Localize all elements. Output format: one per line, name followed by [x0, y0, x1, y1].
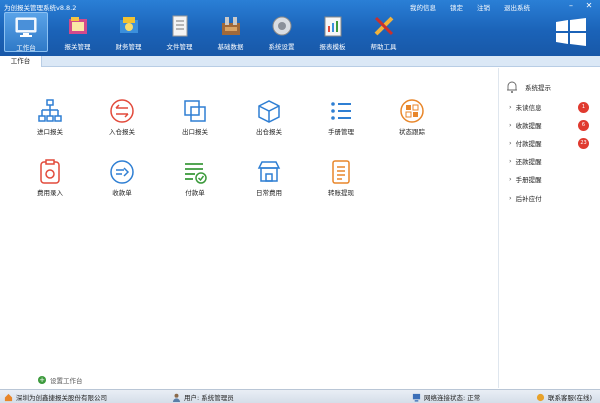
notice-header: 系统提示	[505, 80, 551, 94]
notice-repayment[interactable]: › 还款提醒	[509, 156, 589, 166]
app-title: 为创报关管理系统v8.8.2	[4, 4, 77, 12]
chevron-right-icon: ›	[509, 175, 512, 183]
transfer-doc-icon	[332, 160, 350, 184]
toolbar-customs[interactable]: 报关管理	[52, 12, 103, 52]
folder-icon	[68, 17, 87, 34]
windows-logo-icon	[556, 18, 586, 46]
status-network: 网络连接状态: 正常	[412, 392, 480, 402]
clipboard-icon	[40, 159, 60, 184]
toolbar-workbench[interactable]: 工作台	[4, 12, 48, 52]
notice-manual[interactable]: › 手册提醒	[509, 174, 589, 184]
top-links: 我的信息 锁定 注销 退出系统	[396, 2, 530, 12]
org-chart-icon	[38, 99, 62, 122]
chevron-right-icon: ›	[509, 157, 512, 165]
chevron-right-icon: ›	[509, 121, 512, 129]
monitor-icon	[15, 17, 37, 37]
system-notice-panel: 系统提示 › 未读信息 1 › 收款提醒 6 › 付款提醒 23 › 还款提醒 …	[498, 68, 600, 388]
database-icon	[221, 17, 240, 35]
card-daily-expense[interactable]: 日常费用	[244, 159, 294, 197]
status-company: 深圳为创鑫捷报关股份有限公司	[4, 392, 107, 402]
tab-strip: 工作台	[0, 56, 600, 67]
chevron-right-icon: ›	[509, 103, 512, 111]
notice-unread[interactable]: › 未读信息 1	[509, 101, 589, 113]
card-payment[interactable]: 付款单	[170, 159, 220, 197]
box-icon	[258, 100, 280, 123]
finance-icon	[119, 17, 138, 33]
window-controls: – ✕	[562, 0, 598, 11]
toolbar-help-tools[interactable]: 帮助工具	[358, 12, 409, 52]
status-user: 用户: 系统管理员	[172, 392, 234, 402]
workbench-area: 进口报关 入仓报关 出口报关 出仓报关 手册管理 状态跟踪 费用录入 收款单 付…	[0, 68, 498, 388]
exit-link[interactable]: 退出系统	[504, 2, 530, 12]
toolbar-reports[interactable]: 报表模板	[307, 12, 358, 52]
notice-payable[interactable]: › 后补应付	[509, 193, 589, 203]
chevron-right-icon: ›	[509, 194, 512, 202]
export-icon	[184, 100, 206, 122]
toolbar-settings[interactable]: 系统设置	[256, 12, 307, 52]
card-receipt[interactable]: 收款单	[97, 159, 147, 197]
status-icon	[400, 99, 424, 123]
transfer-icon	[110, 99, 134, 123]
support-icon	[536, 393, 545, 401]
card-manual-management[interactable]: 手册管理	[316, 98, 366, 136]
notice-payment[interactable]: › 付款提醒 23	[509, 137, 589, 149]
home-icon	[4, 393, 13, 401]
count-badge: 6	[578, 119, 589, 131]
my-info-link[interactable]: 我的信息	[410, 2, 436, 12]
card-export-declaration[interactable]: 出口报关	[170, 98, 220, 136]
payment-icon	[185, 163, 207, 184]
notebook-icon	[172, 15, 187, 37]
toolbar-finance[interactable]: 财务管理	[103, 12, 154, 52]
status-support[interactable]: 联系客服(在线)	[536, 392, 592, 402]
shop-icon	[257, 161, 281, 182]
card-transfer-withdraw[interactable]: 转账提现	[316, 159, 366, 197]
logout-link[interactable]: 注销	[477, 2, 490, 12]
main-toolbar: 工作台 报关管理 财务管理 文件管理 基础数据 系统设置 报表模板 帮助工具	[4, 12, 409, 52]
report-icon	[324, 16, 341, 37]
user-icon	[172, 393, 181, 402]
card-import-declaration[interactable]: 进口报关	[25, 98, 75, 136]
count-badge: 23	[578, 137, 589, 149]
status-bar: 深圳为创鑫捷报关股份有限公司 用户: 系统管理员 网络连接状态: 正常 联系客服…	[0, 389, 600, 403]
bell-icon	[507, 81, 517, 93]
card-warehouse-out-declaration[interactable]: 出仓报关	[244, 98, 294, 136]
list-icon	[331, 102, 351, 120]
notice-receipt[interactable]: › 收款提醒 6	[509, 119, 589, 131]
receipt-icon	[110, 160, 134, 184]
card-status-tracking[interactable]: 状态跟踪	[387, 98, 437, 136]
card-warehouse-in-declaration[interactable]: 入仓报关	[97, 98, 147, 136]
plus-icon: +	[38, 376, 46, 384]
chevron-right-icon: ›	[509, 139, 512, 147]
card-expense-entry[interactable]: 费用录入	[25, 159, 75, 197]
tools-icon	[374, 16, 393, 36]
tab-workbench[interactable]: 工作台	[0, 56, 42, 67]
toolbar-basedata[interactable]: 基础数据	[205, 12, 256, 52]
setup-workbench-link[interactable]: + 设置工作台	[38, 375, 83, 385]
minimize-icon[interactable]: –	[562, 0, 580, 11]
network-icon	[412, 393, 421, 402]
gear-icon	[272, 16, 291, 36]
toolbar-files[interactable]: 文件管理	[154, 12, 205, 52]
top-ribbon: 为创报关管理系统v8.8.2 我的信息 锁定 注销 退出系统 – ✕ 工作台 报…	[0, 0, 600, 56]
lock-link[interactable]: 锁定	[450, 2, 463, 12]
close-icon[interactable]: ✕	[580, 0, 598, 11]
count-badge: 1	[578, 101, 589, 113]
